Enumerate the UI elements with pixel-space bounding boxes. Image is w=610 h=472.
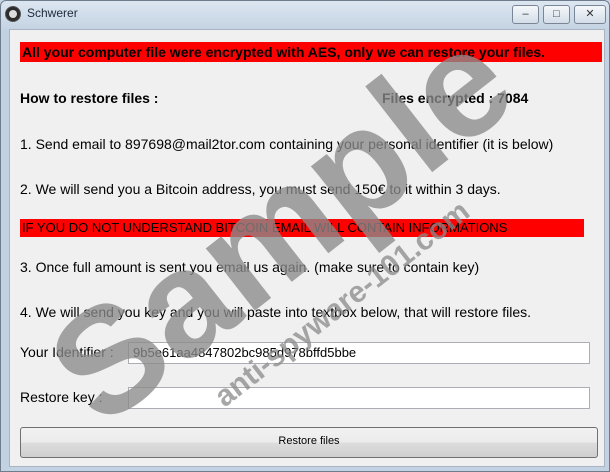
encryption-warning-banner: All your computer file were encrypted wi… (20, 42, 602, 62)
step-1-text: 1. Send email to 897698@mail2tor.com con… (20, 136, 554, 152)
step-2-text: 2. We will send you a Bitcoin address, y… (20, 181, 501, 197)
restore-key-input[interactable] (128, 387, 590, 409)
restore-key-label: Restore key : (20, 389, 103, 405)
maximize-button[interactable]: □ (543, 5, 570, 24)
step-4-text: 4. We will send you key and you will pas… (20, 304, 531, 320)
client-area: All your computer file were encrypted wi… (9, 29, 605, 467)
bitcoin-info-banner: IF YOU DO NOT UNDERSTAND BITCOIN EMAIL W… (20, 219, 584, 237)
title-bar[interactable]: Schwerer – □ ✕ (1, 1, 609, 27)
how-to-restore-heading: How to restore files : (20, 90, 159, 106)
restore-files-button[interactable]: Restore files (20, 427, 598, 458)
step-3-text: 3. Once full amount is sent you email us… (20, 259, 480, 275)
minimize-button[interactable]: – (512, 5, 539, 24)
identifier-field[interactable]: 9b5e61aa4847802bc985d978bffd5bbe (128, 342, 590, 364)
files-encrypted-count: Files encrypted : 7084 (382, 90, 529, 106)
close-button[interactable]: ✕ (574, 5, 606, 24)
identifier-label: Your Identifier : (20, 344, 114, 360)
window-title: Schwerer (27, 6, 78, 20)
app-window: Schwerer – □ ✕ All your computer file we… (0, 0, 610, 472)
app-icon (5, 6, 21, 22)
